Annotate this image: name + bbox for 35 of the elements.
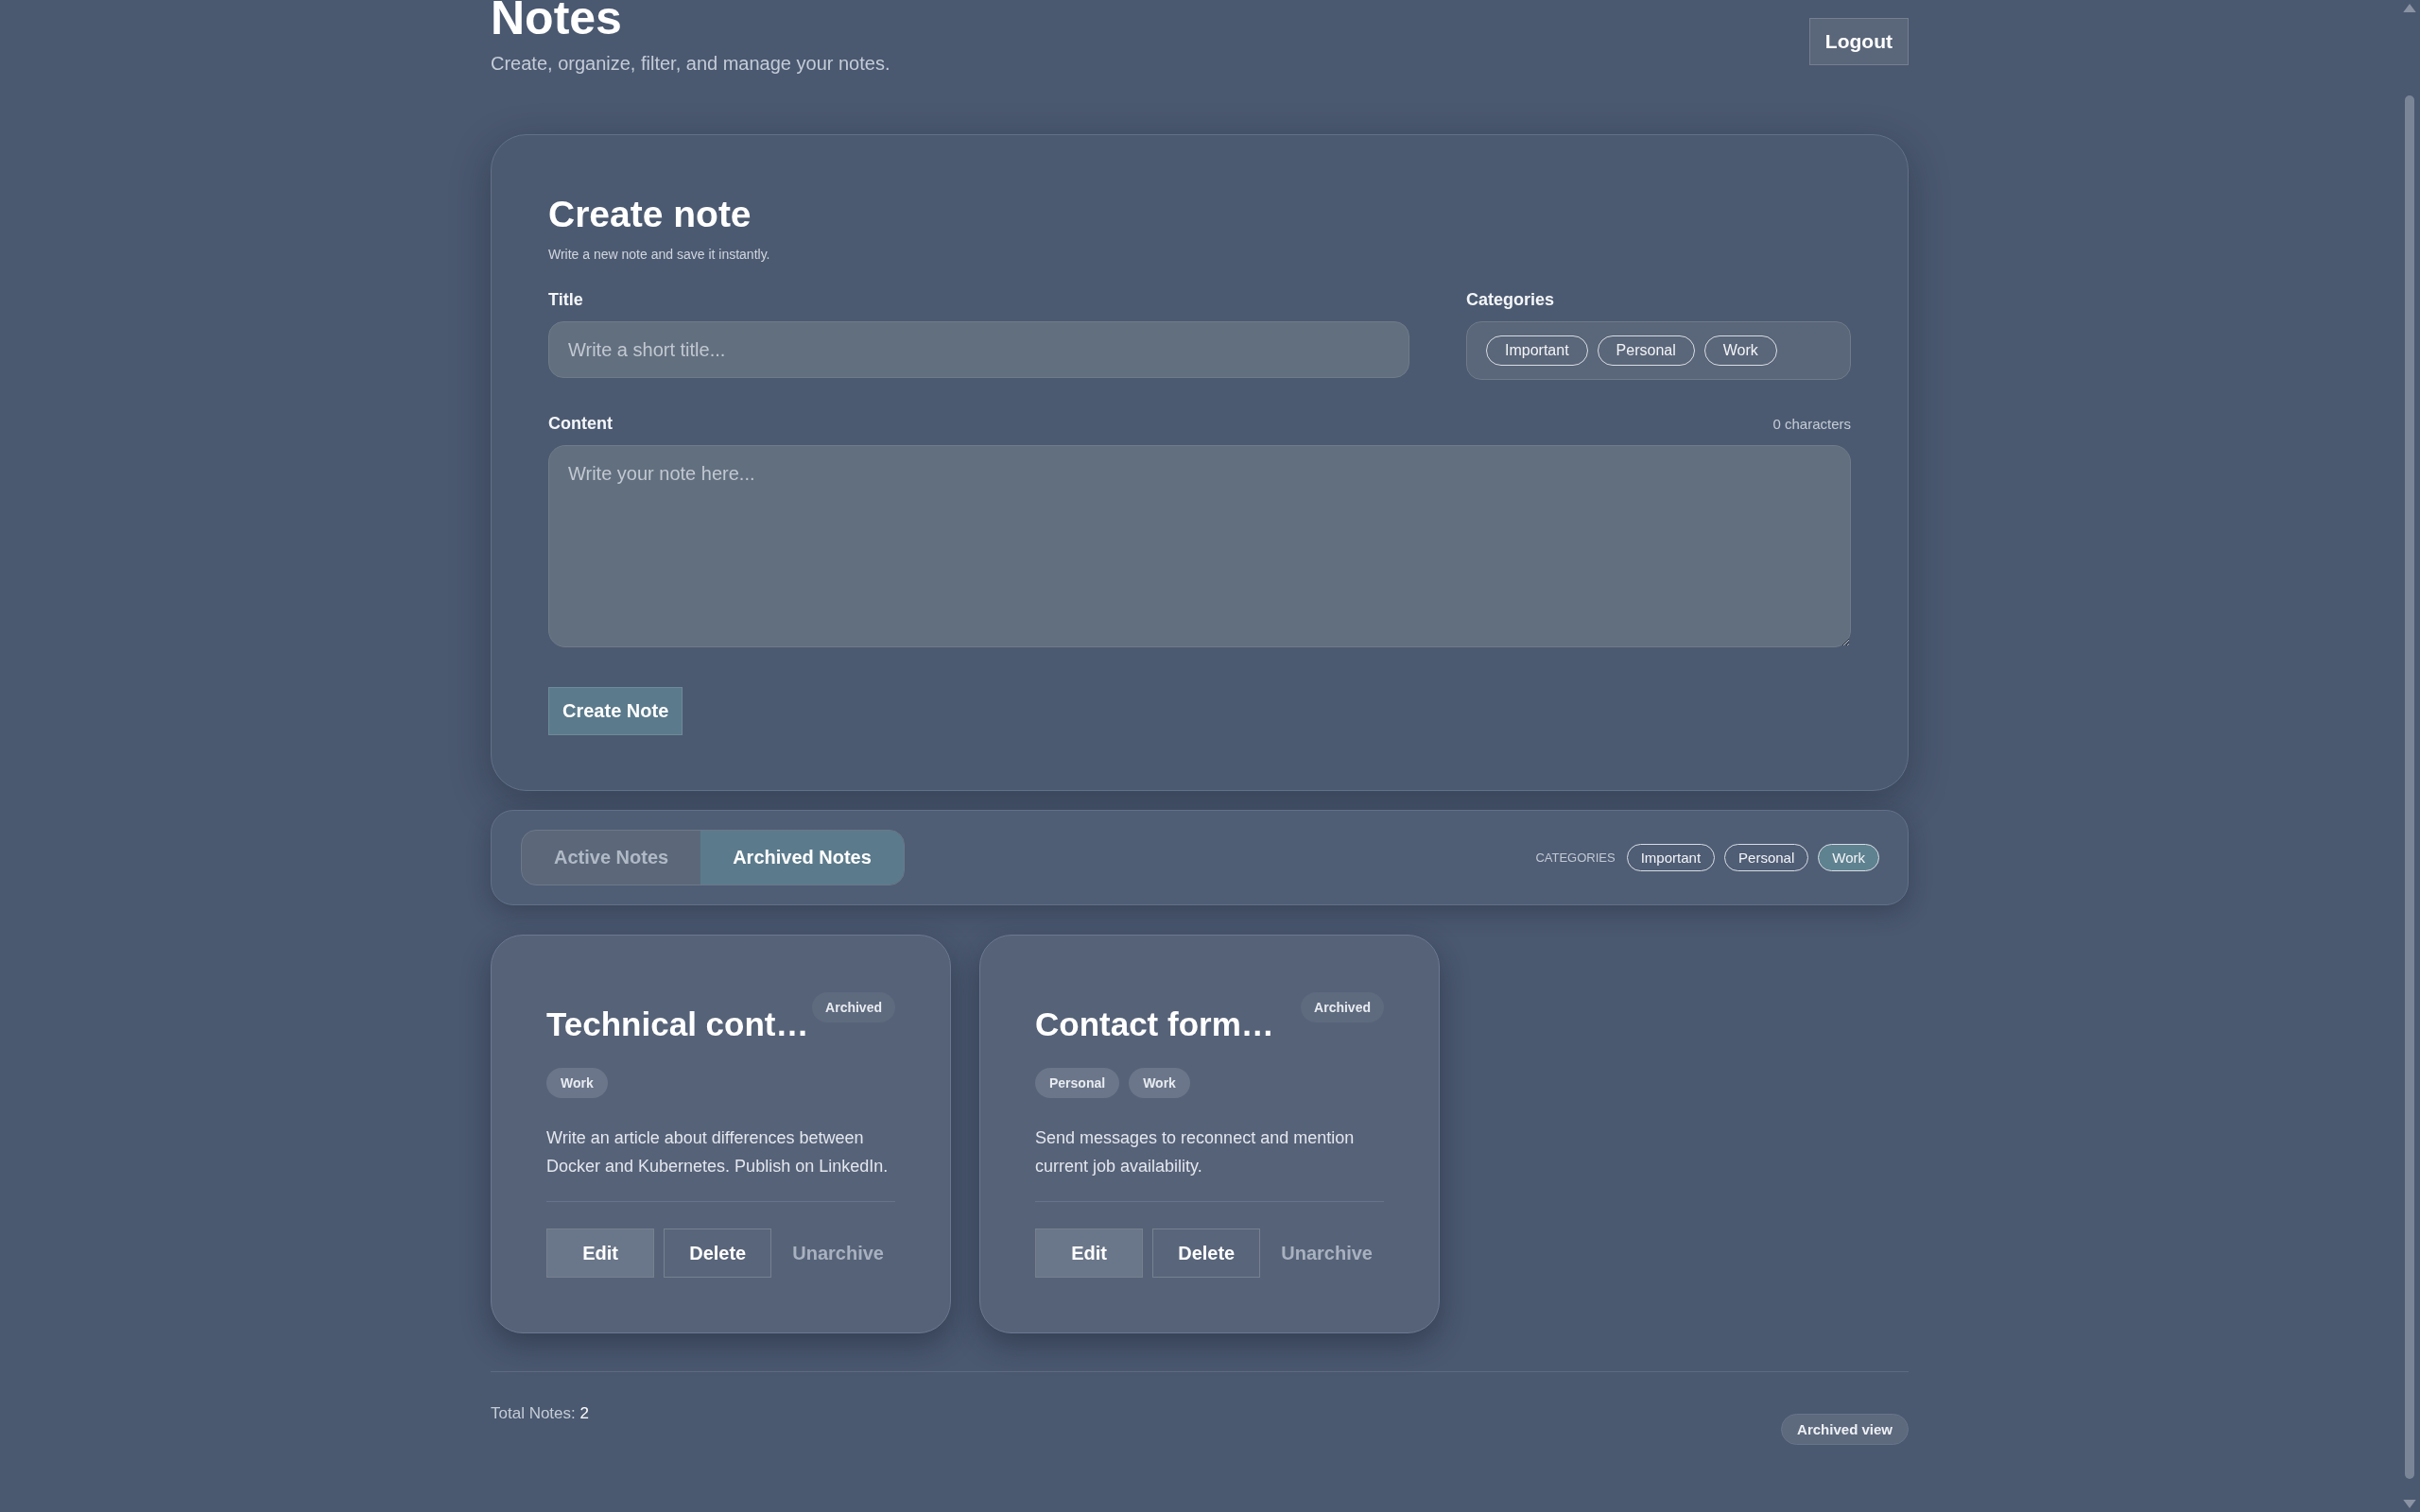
- total-notes: Total Notes: 2: [491, 1404, 589, 1423]
- notes-tab[interactable]: Archived Notes: [700, 831, 904, 885]
- title-input-field[interactable]: Write a short title...: [548, 321, 1409, 378]
- note-tag: Work: [1129, 1068, 1190, 1098]
- character-counter: 0 characters: [1772, 416, 1851, 432]
- note-content: Write an article about differences between Docker and Kubernetes. Publish on LinkedIn.: [546, 1124, 895, 1202]
- create-note-button[interactable]: Create Note: [548, 687, 683, 735]
- note-tag: Work: [546, 1068, 608, 1098]
- action-button[interactable]: Delete: [664, 1228, 772, 1278]
- categories-filter-label: CATEGORIES: [1535, 850, 1616, 865]
- note-tag: Personal: [1035, 1068, 1120, 1098]
- note-content: Send messages to reconnect and mention current job availability.: [1035, 1124, 1384, 1202]
- category-filter-chip[interactable]: Work: [1818, 844, 1879, 871]
- note-title: Contact form…: [1035, 1005, 1274, 1043]
- create-note-heading: Create note: [548, 194, 752, 235]
- categories-label: Categories: [1466, 290, 1556, 310]
- page-title: Notes: [491, 0, 623, 42]
- content-label: Content: [548, 414, 613, 434]
- status-badge: Archived: [812, 992, 895, 1022]
- text-button[interactable]: Unarchive: [781, 1242, 895, 1264]
- view-badge: Archived view: [1781, 1414, 1909, 1445]
- action-button[interactable]: Edit: [546, 1228, 655, 1278]
- title-label: Title: [548, 290, 584, 310]
- scroll-down-icon[interactable]: [2403, 1500, 2416, 1508]
- status-badge: Archived: [1301, 992, 1384, 1022]
- content-textarea[interactable]: Write your note here...: [548, 445, 1851, 647]
- logout-button[interactable]: Logout: [1808, 18, 1909, 65]
- page-subtitle: Create, organize, filter, and manage your notes.: [491, 53, 890, 75]
- notes-tab[interactable]: Active Notes: [522, 831, 701, 885]
- scroll-up-icon[interactable]: [2403, 4, 2416, 12]
- action-button[interactable]: Edit: [1035, 1228, 1144, 1278]
- text-button[interactable]: Unarchive: [1270, 1242, 1384, 1264]
- note-title: Technical cont…: [546, 1005, 809, 1043]
- create-note-subtitle: Write a new note and save it instantly.: [548, 247, 771, 262]
- action-button[interactable]: Delete: [1152, 1228, 1261, 1278]
